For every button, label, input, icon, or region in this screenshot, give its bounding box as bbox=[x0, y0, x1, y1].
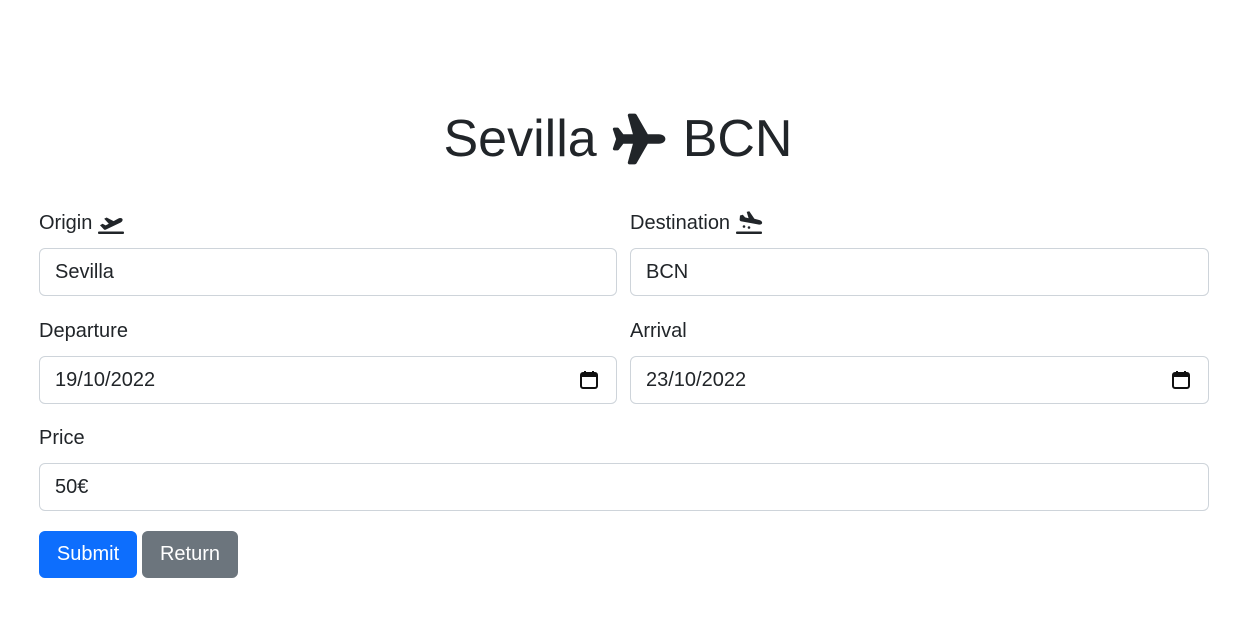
price-input[interactable]: 50€ bbox=[39, 463, 1209, 511]
destination-label-text: Destination bbox=[630, 211, 731, 234]
departure-label-text: Departure bbox=[39, 319, 128, 342]
destination-value: BCN bbox=[646, 260, 689, 283]
price-label-text: Price bbox=[39, 426, 85, 449]
calendar-icon[interactable] bbox=[1171, 370, 1191, 390]
plane-departure-icon bbox=[97, 211, 125, 235]
arrival-label: Arrival bbox=[630, 317, 687, 345]
destination-input[interactable]: BCN bbox=[630, 248, 1209, 296]
origin-label-text: Origin bbox=[39, 211, 93, 234]
price-label: Price bbox=[39, 424, 85, 452]
arrival-value: 23/10/2022 bbox=[646, 368, 747, 391]
origin-label: Origin bbox=[39, 209, 125, 237]
departure-value: 19/10/2022 bbox=[55, 368, 156, 391]
plane-arrival-icon bbox=[735, 211, 763, 235]
departure-date-input[interactable]: 19/10/2022 bbox=[39, 356, 617, 404]
title-origin: Sevilla bbox=[443, 110, 597, 168]
arrival-label-text: Arrival bbox=[630, 319, 687, 342]
return-button[interactable]: Return bbox=[142, 531, 238, 578]
arrival-date-input[interactable]: 23/10/2022 bbox=[630, 356, 1209, 404]
submit-button[interactable]: Submit bbox=[39, 531, 137, 578]
plane-icon bbox=[611, 110, 669, 168]
title-destination: BCN bbox=[682, 110, 793, 168]
page-title: Sevilla BCN bbox=[0, 104, 1236, 174]
price-value: 50€ bbox=[55, 475, 89, 498]
origin-input[interactable]: Sevilla bbox=[39, 248, 617, 296]
destination-label: Destination bbox=[630, 209, 763, 237]
departure-label: Departure bbox=[39, 317, 128, 345]
origin-value: Sevilla bbox=[55, 260, 114, 283]
calendar-icon[interactable] bbox=[579, 370, 599, 390]
